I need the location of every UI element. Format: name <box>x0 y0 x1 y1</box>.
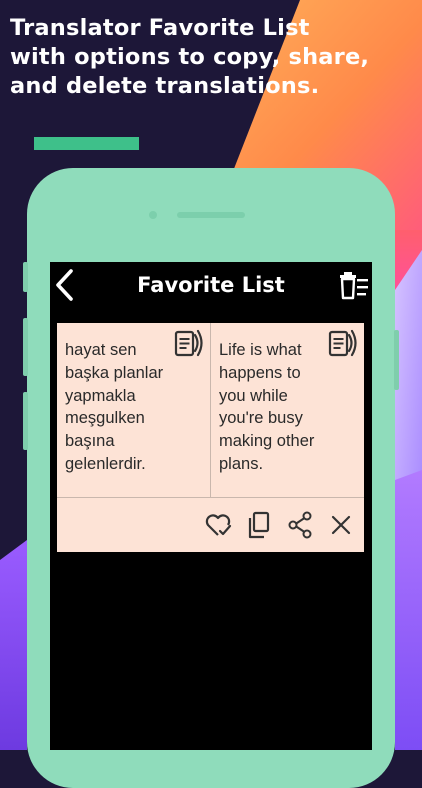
power-button <box>394 330 399 390</box>
front-camera <box>149 211 157 219</box>
volume-down-button <box>23 392 28 450</box>
card-actions <box>57 498 364 552</box>
delete-list-icon[interactable] <box>338 270 370 302</box>
mute-switch <box>23 262 28 292</box>
source-text: hayat sen başka planlar yapmakla meşgulk… <box>65 341 164 473</box>
app-screen: Favorite List hayat sen başka planlar ya… <box>50 262 372 750</box>
page-title: Favorite List <box>137 273 285 297</box>
target-text: Life is what happens to you while you're… <box>219 341 315 473</box>
favorite-card: hayat sen başka planlar yapmakla meşgulk… <box>57 323 364 552</box>
copy-icon[interactable] <box>244 510 274 540</box>
accent-bar <box>34 137 139 150</box>
earpiece-speaker <box>177 212 245 218</box>
promo-caption: Translator Favorite List with options to… <box>10 15 370 99</box>
close-icon[interactable] <box>326 510 356 540</box>
source-column: hayat sen başka planlar yapmakla meşgulk… <box>57 323 210 497</box>
top-bar: Favorite List <box>50 262 372 308</box>
volume-up-button <box>23 318 28 376</box>
target-column: Life is what happens to you while you're… <box>211 323 364 497</box>
share-icon[interactable] <box>285 510 315 540</box>
heart-check-icon[interactable] <box>203 510 233 540</box>
